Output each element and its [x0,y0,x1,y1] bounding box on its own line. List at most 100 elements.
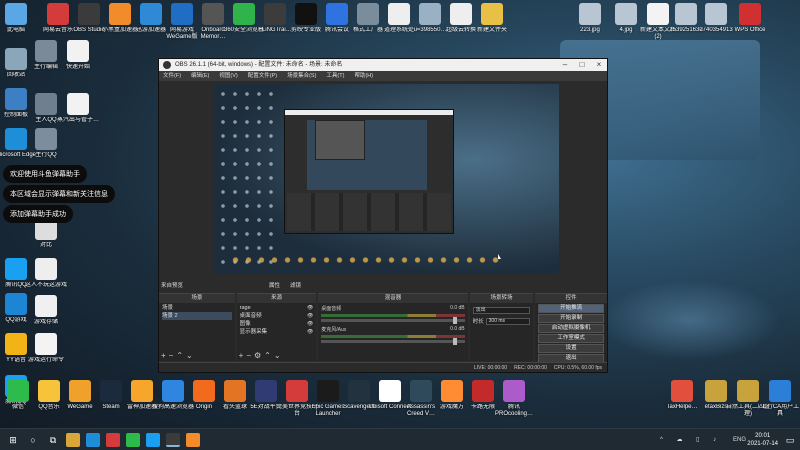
game-cube-icon [441,380,463,402]
status-item: CPU: 0.5%, 60.00 fps [553,365,602,371]
minimize-icon[interactable]: – [557,59,573,71]
source-item[interactable]: 桌面音频 👁 [240,312,314,320]
scenes-toolbar[interactable]: +−⌃⌄ [161,351,196,360]
xiaoheihe-icon [109,3,131,25]
desktop-shortcut[interactable]: 腾讯 PROcooling… [492,380,536,418]
control-button[interactable]: 开始录制 [538,314,604,323]
menu-item[interactable]: 配置文件(P) [248,71,277,81]
sources-dock[interactable]: 来源 rage 👁 桌面音频 👁 图像 👁 显示器采集 👁 +−⚙⌃⌄ [236,293,317,361]
filters-button[interactable]: 滤镜 [290,281,301,289]
visibility-icon[interactable]: 👁 [307,304,313,312]
netease-music-icon [47,3,69,25]
notification-center-icon[interactable]: ▭ [783,433,797,447]
visibility-icon[interactable]: 👁 [307,328,313,336]
menu-item[interactable]: 文件(F) [163,71,181,81]
maximize-icon[interactable]: □ [574,59,590,71]
obs-window[interactable]: OBS 26.1.1 (64-bit, windows) - 配置文件: 未命名… [158,58,608,373]
transition-type-select[interactable]: 淡出 [472,307,531,314]
mixer-header: 混音器 [318,294,468,303]
volume-slider[interactable] [321,317,465,324]
desktop-shortcut[interactable]: 蒸汽出与管子… [56,93,100,124]
desktop-shortcut[interactable]: 此电脑 [0,3,38,34]
source-item[interactable]: 图像 👁 [240,320,314,328]
system-tray-icons[interactable]: ^ ☁ ▯ ♪ [660,429,730,450]
document-icon [388,3,410,25]
source-item[interactable]: 显示器采集 👁 [240,328,314,336]
file-explorer-icon[interactable] [66,433,80,447]
control-button[interactable]: 启动虚拟摄像机 [538,324,604,333]
slider-thumb[interactable] [453,317,458,324]
wegame-icon [171,3,193,25]
search-icon[interactable]: ○ [26,433,40,447]
duration-input[interactable]: 300 ms [485,317,531,325]
desktop-shortcut[interactable]: 快速开始 [56,40,100,71]
language-indicator[interactable]: ENG [733,429,746,450]
desktop-shortcut-label: WPS Office [734,27,766,33]
properties-button[interactable]: 属性 [269,281,280,289]
task-view-icon[interactable]: ⧉ [46,433,60,447]
document-icon [35,333,57,355]
track-name: 桌面音频 [321,306,342,312]
scene-item[interactable]: 场景 2 [162,312,232,320]
image-icon [579,3,601,25]
notification-toast[interactable]: 添加弹幕助手成功 [3,205,73,223]
desktop-shortcut[interactable]: 主行QQ [24,128,68,159]
qq-icon[interactable] [146,433,160,447]
wechat-icon[interactable] [126,433,140,447]
mixer-dock[interactable]: 混音器 桌面音频 0.0 dB 麦克风/Aux 0.0 dB [318,293,468,361]
douyu-icon[interactable] [186,433,200,447]
browser-360-icon [233,3,255,25]
document-icon [450,3,472,25]
menu-item[interactable]: 场景集合(S) [287,71,316,81]
desktop-shortcut[interactable]: 游戏存储 [24,295,68,326]
edge-icon[interactable] [86,433,100,447]
image-icon [419,3,441,25]
controls-dock[interactable]: 控件 开始推流 开始录制 启动虚拟摄像机 工作室模式 设置 退出 [535,293,607,363]
desktop-shortcut[interactable]: 工行CA用户工具 [758,380,800,418]
control-button[interactable]: 设置 [538,344,604,353]
menu-item[interactable]: 帮助(H) [354,71,373,81]
notification-toast[interactable]: 本区域会显示弹幕和新关注信息 [3,185,115,203]
desktop-shortcut[interactable]: 这人不玩这游戏 [24,258,68,289]
desktop-shortcut[interactable]: 新建文件夹 [470,3,514,34]
menu-item[interactable]: 视图(V) [219,71,237,81]
obs-titlebar[interactable]: OBS 26.1.1 (64-bit, windows) - 配置文件: 未命名… [159,59,607,71]
mixer-track[interactable]: 麦克风/Aux 0.0 dB [318,324,467,345]
control-button[interactable]: 开始推流 [538,304,604,313]
transitions-dock[interactable]: 场景转场 淡出 时长 300 ms [469,293,534,361]
windows-start-icon[interactable]: ⊞ [6,433,20,447]
notification-toast[interactable]: 欢迎使用斗鱼弹幕助手 [3,165,87,183]
desktop-shortcut[interactable]: 游戏运行命令 [24,333,68,364]
visibility-icon[interactable]: 👁 [307,320,313,328]
controls-header: 控件 [535,294,607,303]
netease-music-icon[interactable] [106,433,120,447]
background-light [600,280,780,360]
scenes-dock[interactable]: 场景 场景 场景 2 +−⌃⌄ [159,293,235,361]
control-button[interactable]: 工作室模式 [538,334,604,343]
obs-taskbar-icon[interactable] [166,433,180,447]
slider-thumb[interactable] [453,338,458,345]
sources-toolbar[interactable]: +−⚙⌃⌄ [239,351,284,360]
image-icon [705,3,727,25]
format-factory-icon [357,3,379,25]
capcut-icon [295,3,317,25]
desktop-shortcut[interactable]: WPS Office [728,3,772,34]
person-icon [35,40,57,62]
mixer-track[interactable]: 桌面音频 0.0 dB [318,303,467,324]
track-db: 0.0 dB [450,305,465,311]
scene-item[interactable]: 场景 [162,304,232,312]
source-name: rage [239,305,251,311]
obs-preview[interactable] [214,84,559,274]
visibility-icon[interactable]: 👁 [307,312,313,320]
status-item: LIVE: 00:00:00 [474,365,508,371]
taskbar-clock[interactable]: 20:01 2021-07-14 [747,432,778,448]
menu-item[interactable]: 编辑(E) [191,71,209,81]
menu-item[interactable]: 工具(T) [326,71,344,81]
volume-slider[interactable] [321,338,465,345]
track-db: 0.0 dB [450,326,465,332]
desktop-shortcut-label: 腾讯 PROcooling… [494,404,533,417]
source-item[interactable]: rage 👁 [240,304,314,312]
mouse-cursor-icon [498,254,501,259]
preview-desktop-icons [217,87,277,267]
close-icon[interactable]: × [591,59,607,71]
